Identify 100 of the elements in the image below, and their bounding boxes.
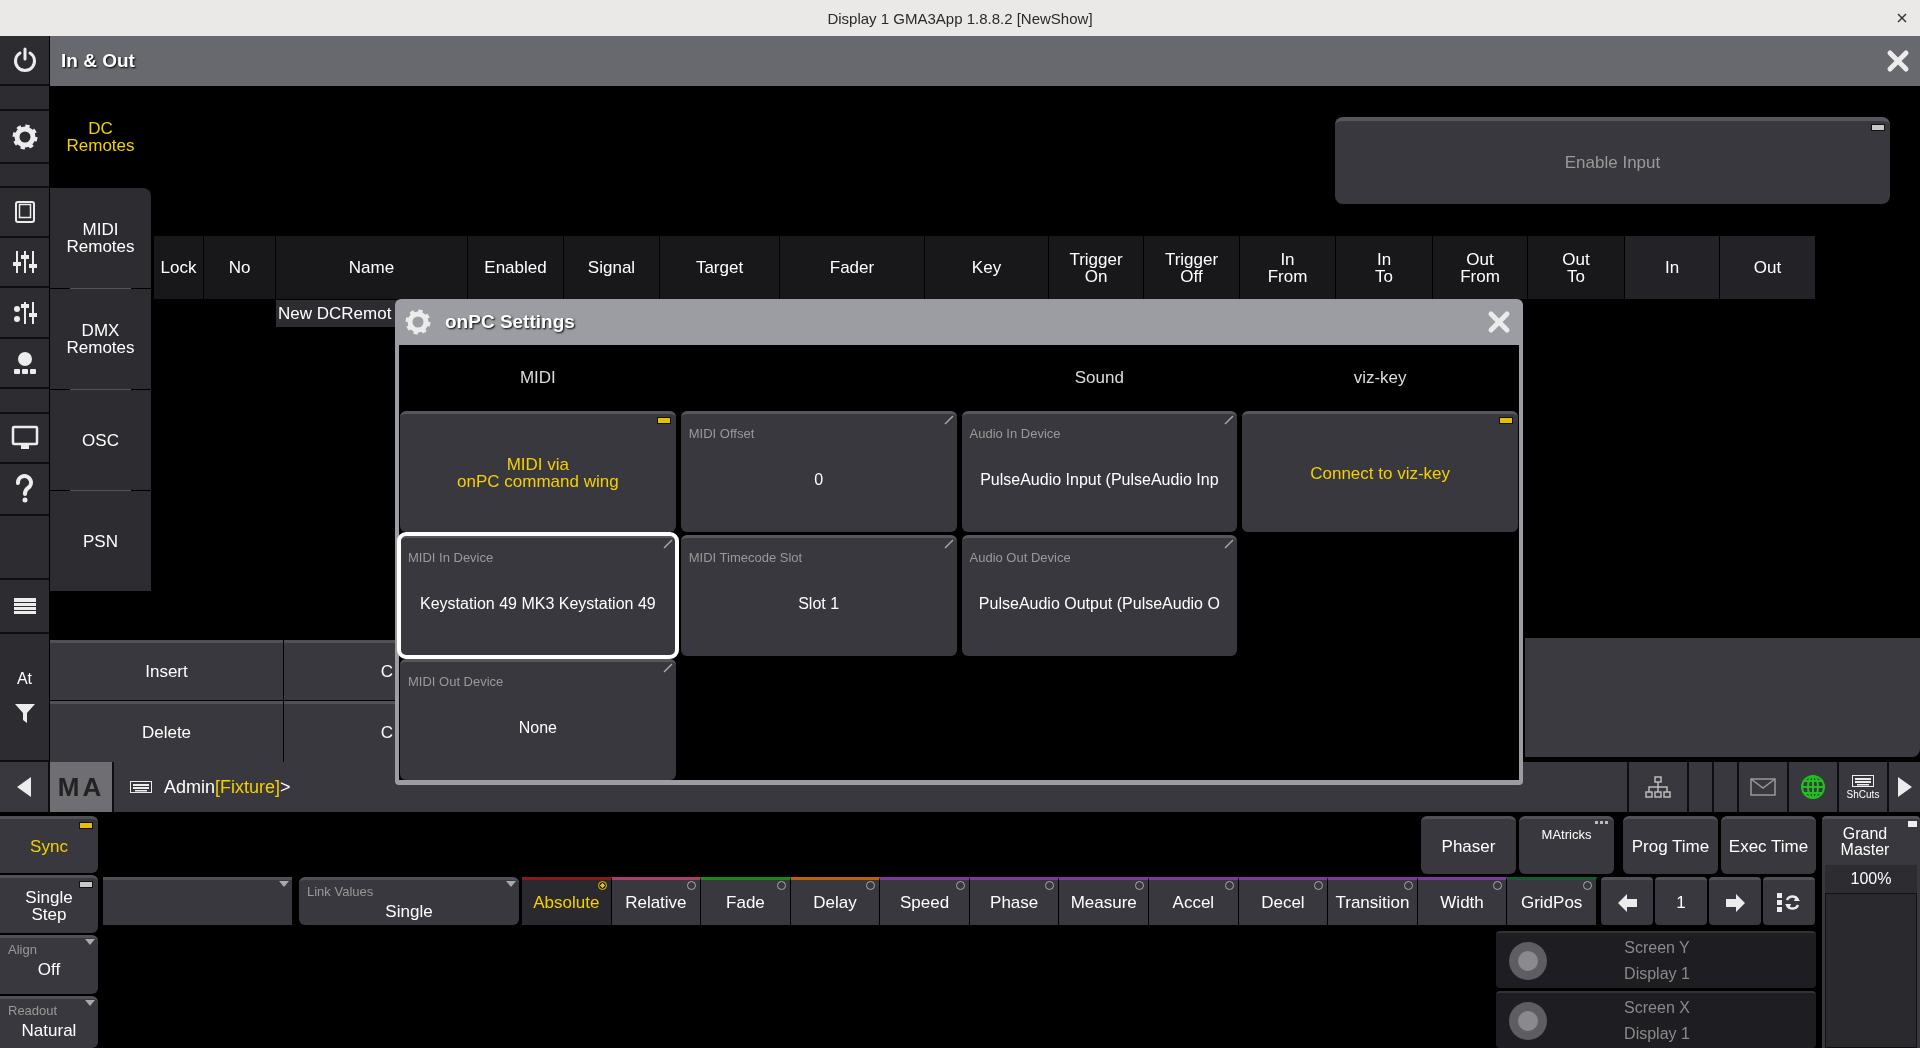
- mail-icon[interactable]: [1750, 778, 1776, 796]
- tab[interactable]: DMX Remotes: [50, 289, 151, 389]
- indicator: [1908, 821, 1917, 827]
- column-header[interactable]: Name: [276, 236, 468, 299]
- edit-mark-icon: [662, 663, 673, 673]
- play-icon[interactable]: [1895, 775, 1914, 799]
- filter-icon[interactable]: [13, 702, 36, 724]
- book-icon[interactable]: [12, 200, 37, 224]
- button[interactable]: Phaser: [1421, 816, 1516, 874]
- property-button[interactable]: MIDI Offset 0: [680, 411, 957, 532]
- column-header[interactable]: In From: [1240, 236, 1336, 299]
- encoder[interactable]: Screen X Display 1: [1496, 991, 1816, 1048]
- monitor-icon[interactable]: [10, 425, 39, 451]
- edit-mark-icon: [1224, 415, 1235, 425]
- property-button[interactable]: Audio Out Device PulseAudio Output (PulseAudio O: [961, 535, 1238, 656]
- preset-tab[interactable]: Absolute: [522, 877, 612, 925]
- tab[interactable]: PSN: [50, 491, 151, 591]
- person-icon[interactable]: [11, 351, 38, 375]
- settings-icon: [405, 309, 431, 335]
- keyboard-icon[interactable]: [130, 781, 152, 793]
- toggle-button[interactable]: Connect to viz-key: [1242, 411, 1518, 532]
- window-title: Display 1 GMA3App 1.8.8.2 [NewShow]: [827, 9, 1093, 27]
- back-icon[interactable]: [15, 775, 33, 799]
- button[interactable]: MAtricks: [1519, 816, 1614, 874]
- dropdown[interactable]: Readout Natural: [0, 996, 98, 1048]
- column-header[interactable]: In: [1625, 236, 1720, 299]
- network-icon[interactable]: [1645, 776, 1671, 798]
- tab[interactable]: MIDI Remotes: [50, 188, 151, 288]
- button[interactable]: Delete: [50, 701, 283, 762]
- encoder-value: Display 1: [1624, 1024, 1690, 1043]
- column-header[interactable]: Trigger Off: [1144, 236, 1240, 299]
- list-icon[interactable]: [13, 598, 36, 614]
- close-icon[interactable]: [1896, 12, 1908, 24]
- enable-input-button[interactable]: Enable Input: [1335, 117, 1890, 204]
- button[interactable]: Exec Time: [1721, 816, 1816, 874]
- right-arrow-icon: [1724, 892, 1746, 913]
- preset-tab[interactable]: Delay: [790, 877, 881, 925]
- column-header[interactable]: Out To: [1528, 236, 1625, 299]
- cycle-icon: [1777, 892, 1801, 913]
- edit-mark-icon: [662, 539, 673, 549]
- column-header[interactable]: No: [204, 236, 276, 299]
- dropdown[interactable]: Align Off: [0, 934, 98, 995]
- edit-mark-icon: [1224, 539, 1235, 549]
- preset-tab[interactable]: Measure: [1059, 877, 1150, 925]
- preset-tab[interactable]: Decel: [1238, 877, 1329, 925]
- toggle-button[interactable]: MIDI via onPC command wing: [400, 411, 676, 532]
- preset-tab[interactable]: Transition: [1328, 877, 1418, 925]
- preset-tab[interactable]: GridPos: [1507, 877, 1597, 925]
- next-button[interactable]: [1709, 877, 1761, 925]
- column-header[interactable]: Out From: [1433, 236, 1528, 299]
- column-header[interactable]: Signal: [564, 236, 660, 299]
- keyboard-icon[interactable]: [1852, 774, 1874, 787]
- preset-tab[interactable]: Speed: [880, 877, 970, 925]
- property-button[interactable]: Audio In Device PulseAudio Input (PulseAudio Inp: [961, 411, 1238, 532]
- at-label[interactable]: At: [16, 670, 33, 688]
- property-button[interactable]: MIDI Timecode Slot Slot 1: [680, 535, 957, 656]
- logo: MA: [50, 762, 114, 812]
- caret-icon: [85, 938, 95, 945]
- settings-icon[interactable]: [11, 123, 38, 150]
- preset-tab[interactable]: Fade: [701, 877, 791, 925]
- button[interactable]: Insert: [50, 640, 283, 700]
- column-header[interactable]: Enabled: [468, 236, 564, 299]
- section-header: Sound: [1074, 368, 1124, 388]
- column-header[interactable]: Key: [925, 236, 1049, 299]
- column-header[interactable]: Target: [660, 236, 780, 299]
- help-icon[interactable]: [13, 474, 36, 504]
- step-field[interactable]: 1: [1655, 877, 1707, 925]
- command-line-field[interactable]: Admin[Fixture]>: [164, 776, 291, 798]
- power-icon[interactable]: [11, 47, 38, 73]
- tab[interactable]: OSC: [50, 390, 151, 490]
- preset-tab[interactable]: Accel: [1149, 877, 1239, 925]
- previous-button[interactable]: [1601, 877, 1653, 925]
- cycle-button[interactable]: [1763, 877, 1815, 925]
- column-header[interactable]: In To: [1336, 236, 1433, 299]
- property-button[interactable]: MIDI In Device Keystation 49 MK3 Keystation 49: [400, 535, 676, 656]
- dropdown[interactable]: Link Values Single: [299, 877, 519, 925]
- preset-tab[interactable]: Width: [1417, 877, 1508, 925]
- column-header[interactable]: Out: [1720, 236, 1816, 299]
- encoder[interactable]: Screen Y Display 1: [1496, 931, 1816, 988]
- encoder-value: Display 1: [1624, 964, 1690, 983]
- column-header[interactable]: Fader: [780, 236, 925, 299]
- sliders-icon[interactable]: [12, 250, 37, 274]
- shortcuts-label[interactable]: ShCuts: [1846, 788, 1880, 800]
- toggle-button[interactable]: Sync: [0, 816, 98, 874]
- sliders-icon[interactable]: [12, 300, 37, 325]
- preset-tab[interactable]: Phase: [969, 877, 1060, 925]
- button[interactable]: Prog Time: [1623, 816, 1718, 874]
- property-button[interactable]: MIDI Out Device None: [400, 659, 676, 780]
- caret-icon: [279, 881, 289, 887]
- globe-icon[interactable]: [1800, 774, 1826, 800]
- toggle-button[interactable]: Single Step: [0, 875, 98, 933]
- preset-tab[interactable]: Relative: [611, 877, 702, 925]
- encoder-title: Screen X: [1624, 998, 1690, 1017]
- button[interactable]: C: [284, 701, 395, 762]
- edit-mark-icon: [943, 415, 954, 425]
- encoder-title: Screen Y: [1624, 938, 1690, 957]
- column-header[interactable]: Lock: [154, 236, 204, 299]
- panel-title: In & Out: [61, 50, 135, 72]
- column-header[interactable]: Trigger On: [1049, 236, 1144, 299]
- button[interactable]: C: [284, 640, 395, 700]
